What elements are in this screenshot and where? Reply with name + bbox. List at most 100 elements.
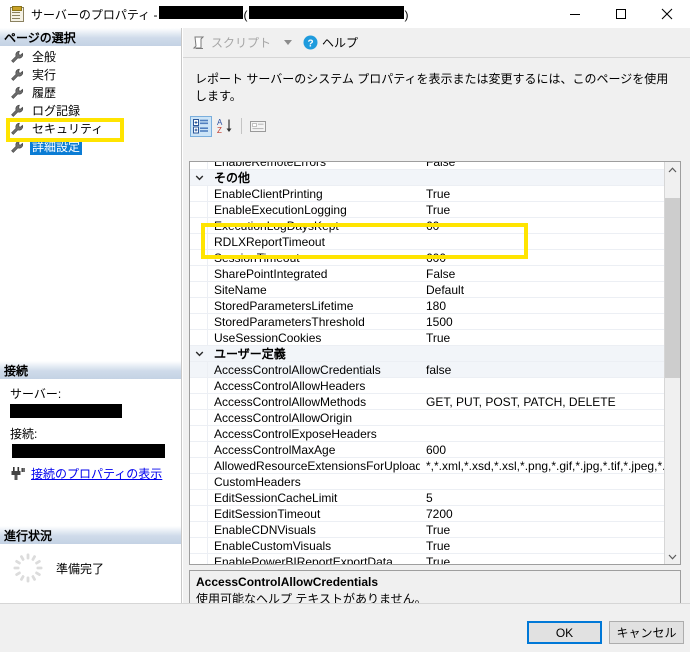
property-value[interactable]: 600 (420, 251, 664, 265)
property-value[interactable]: *,*.xml,*.xsd,*.xsl,*.png,*.gif,*.jpg,*.… (420, 459, 664, 473)
property-value[interactable]: 180 (420, 299, 664, 313)
property-value[interactable]: False (420, 267, 664, 281)
category-expander[interactable] (190, 346, 208, 361)
server-value-redaction (10, 404, 122, 418)
property-name: AccessControlAllowCredentials (214, 362, 381, 377)
property-value[interactable]: True (420, 555, 664, 565)
property-value[interactable]: 5 (420, 491, 664, 505)
property-value[interactable]: True (420, 523, 664, 537)
row-gutter (190, 394, 208, 409)
property-grid-row[interactable]: UseSessionCookies True (190, 330, 664, 346)
property-grid-row[interactable]: EditSessionTimeout 7200 (190, 506, 664, 522)
property-grid-row[interactable]: ExecutionLogDaysKept 60 (190, 218, 664, 234)
property-grid-row[interactable]: CustomHeaders (190, 474, 664, 490)
property-value[interactable]: 7200 (420, 507, 664, 521)
sidebar-item-security[interactable]: セキュリティ (0, 120, 181, 138)
sidebar-item-advanced[interactable]: 詳細設定 (0, 138, 181, 156)
row-gutter (190, 474, 208, 489)
property-value[interactable]: True (420, 539, 664, 553)
server-label: サーバー: (10, 387, 62, 401)
maximize-icon[interactable] (598, 0, 644, 28)
chevron-down-icon[interactable] (284, 40, 293, 45)
property-grid-row[interactable]: AccessControlAllowHeaders (190, 378, 664, 394)
property-grid-category-row[interactable]: その他 (190, 170, 664, 186)
row-gutter (190, 554, 208, 564)
category-expander[interactable] (190, 170, 208, 185)
alphabetical-sort-button[interactable]: A Z (213, 116, 235, 137)
property-grid-row[interactable]: StoredParametersLifetime 180 (190, 298, 664, 314)
property-value[interactable]: GET, PUT, POST, PATCH, DELETE (420, 395, 664, 409)
property-value[interactable]: True (420, 187, 664, 201)
view-connection-properties-row[interactable]: 接続のプロパティの表示 (10, 465, 181, 482)
cancel-button[interactable]: キャンセル (609, 621, 684, 644)
property-name: ユーザー定義 (214, 347, 286, 361)
property-grid-scroll-area[interactable]: EnableRemoteErrorsFalseその他EnableClientPr… (190, 162, 664, 564)
close-icon[interactable] (644, 0, 690, 28)
property-name: AccessControlMaxAge (214, 442, 336, 457)
row-gutter (190, 538, 208, 553)
row-gutter (190, 426, 208, 441)
property-grid-row[interactable]: EnableCDNVisuals True (190, 522, 664, 538)
plug-icon (10, 466, 26, 481)
property-grid[interactable]: EnableRemoteErrorsFalseその他EnableClientPr… (189, 161, 681, 565)
property-grid-row[interactable]: SiteName Default (190, 282, 664, 298)
toolbar-divider (241, 118, 242, 134)
property-grid-row[interactable]: SharePointIntegrated False (190, 266, 664, 282)
property-value[interactable]: True (420, 203, 664, 217)
property-grid-scrollbar[interactable] (664, 162, 680, 564)
property-pages-button[interactable] (247, 116, 269, 137)
property-grid-category-row[interactable]: ユーザー定義 (190, 346, 664, 362)
window-controls (552, 0, 690, 28)
property-name: SharePointIntegrated (214, 266, 328, 281)
row-gutter (190, 234, 208, 249)
wrench-icon (10, 122, 24, 136)
row-gutter (190, 202, 208, 217)
script-button[interactable]: スクリプト (189, 32, 274, 53)
property-grid-row[interactable]: AccessControlAllowOrigin (190, 410, 664, 426)
wrench-icon (10, 104, 24, 118)
property-name: その他 (214, 171, 251, 185)
property-value[interactable]: false (420, 363, 664, 377)
scroll-up-arrow-icon[interactable] (665, 162, 680, 178)
property-value[interactable]: False (420, 162, 664, 169)
property-grid-row[interactable]: EnableExecutionLogging True (190, 202, 664, 218)
sidebar-item-general[interactable]: 全般 (0, 48, 181, 66)
property-grid-row[interactable]: StoredParametersThreshold 1500 (190, 314, 664, 330)
minimize-icon[interactable] (552, 0, 598, 28)
row-gutter (190, 314, 208, 329)
property-grid-row[interactable]: EnableClientPrinting True (190, 186, 664, 202)
view-connection-properties-link[interactable]: 接続のプロパティの表示 (31, 465, 162, 482)
property-grid-row[interactable]: AllowedResourceExtensionsForUpload *,*.xm… (190, 458, 664, 474)
property-name: AccessControlAllowMethods (214, 394, 367, 409)
property-grid-row[interactable]: AccessControlAllowMethods GET, PUT, POST,… (190, 394, 664, 410)
scroll-down-arrow-icon[interactable] (665, 548, 680, 564)
scrollbar-thumb[interactable] (665, 198, 680, 378)
property-value[interactable]: Default (420, 283, 664, 297)
property-value[interactable]: 1500 (420, 315, 664, 329)
property-grid-row[interactable]: EditSessionCacheLimit 5 (190, 490, 664, 506)
property-value[interactable]: 60 (420, 219, 664, 233)
categorized-view-button[interactable] (190, 115, 212, 137)
wrench-icon (10, 140, 24, 154)
row-gutter (190, 330, 208, 345)
property-name: EnableCDNVisuals (214, 522, 316, 537)
row-gutter (190, 298, 208, 313)
property-value[interactable]: 600 (420, 443, 664, 457)
page-toolbar: スクリプト ? ヘルプ (183, 28, 690, 58)
property-grid-row[interactable]: AccessControlExposeHeaders (190, 426, 664, 442)
connection-value-redaction (12, 444, 165, 458)
help-button[interactable]: ? ヘルプ (300, 32, 361, 53)
sidebar-item-label: セキュリティ (32, 121, 104, 136)
sidebar-item-logging[interactable]: ログ記録 (0, 102, 181, 120)
property-value[interactable]: True (420, 331, 664, 345)
property-name: SiteName (214, 282, 267, 297)
property-grid-row[interactable]: SessionTimeout 600 (190, 250, 664, 266)
property-grid-row[interactable]: EnablePowerBIReportExportData True (190, 554, 664, 564)
sidebar-item-history[interactable]: 履歴 (0, 84, 181, 102)
property-grid-row[interactable]: EnableCustomVisuals True (190, 538, 664, 554)
property-grid-row[interactable]: RDLXReportTimeout (190, 234, 664, 250)
property-grid-row[interactable]: AccessControlMaxAge 600 (190, 442, 664, 458)
property-grid-row[interactable]: AccessControlAllowCredentials false (190, 362, 664, 378)
ok-button[interactable]: OK (527, 621, 602, 644)
sidebar-item-execution[interactable]: 実行 (0, 66, 181, 84)
